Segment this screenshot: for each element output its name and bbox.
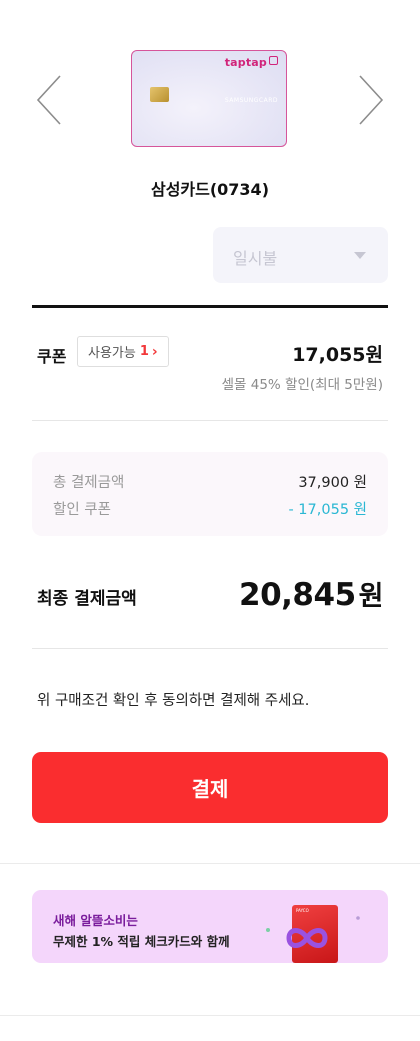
coupon-amount: 17,055원 — [292, 344, 383, 366]
banner-title: 새해 알뜰소비는 — [53, 913, 138, 928]
banner-subtitle: 무제한 1% 적립 체크카드와 함께 — [53, 934, 230, 949]
divider — [0, 1015, 420, 1016]
infinity-icon — [286, 928, 328, 948]
card-issuer: SAMSUNGCARD — [224, 97, 278, 104]
sparkle-icon — [356, 916, 360, 920]
card-brand-logo: taptap — [225, 56, 278, 69]
section-divider — [32, 305, 388, 308]
coupon-count: 1 — [139, 344, 149, 359]
chevron-right-icon: › — [151, 343, 158, 360]
payment-summary: 총 결제금액 37,900 원 할인 쿠폰 - 17,055 원 — [32, 452, 388, 536]
installment-select[interactable]: 일시불 — [213, 227, 388, 283]
final-amount-value: 20,845 — [239, 577, 356, 613]
final-amount: 20,845 원 — [239, 574, 383, 613]
sparkle-icon — [266, 928, 270, 932]
next-card-button[interactable] — [346, 72, 386, 128]
chevron-left-icon — [36, 75, 61, 125]
chevron-right-icon — [359, 75, 384, 125]
coupon-select-button[interactable]: 사용가능 1 › — [77, 336, 169, 367]
coupon-description: 셀몰 45% 할인(최대 5만원) — [221, 377, 383, 393]
discount-value: - 17,055 원 — [288, 502, 367, 518]
coupon-label: 쿠폰 — [37, 347, 67, 366]
divider — [32, 420, 388, 421]
divider — [0, 863, 420, 864]
total-label: 총 결제금액 — [53, 475, 125, 491]
card-chip-icon — [150, 87, 169, 102]
banner-card-brand: PAYCO — [296, 908, 309, 913]
discount-label: 할인 쿠폰 — [53, 502, 111, 518]
payment-card[interactable]: taptap SAMSUNGCARD — [131, 50, 287, 147]
prev-card-button[interactable] — [34, 72, 74, 128]
total-value: 37,900 원 — [298, 475, 367, 491]
final-amount-label: 최종 결제금액 — [37, 589, 137, 609]
installment-value: 일시불 — [233, 249, 278, 268]
coupon-available-label: 사용가능 — [88, 346, 136, 361]
promo-banner[interactable]: 새해 알뜰소비는 무제한 1% 적립 체크카드와 함께 PAYCO — [32, 890, 388, 963]
purchase-notice: 위 구매조건 확인 후 동의하면 결제해 주세요. — [37, 693, 310, 709]
pay-button[interactable]: 결제 — [32, 752, 388, 823]
final-amount-unit: 원 — [358, 581, 384, 612]
caret-down-icon — [354, 252, 366, 259]
card-name: 삼성카드(0734) — [150, 180, 270, 199]
divider — [32, 648, 388, 649]
